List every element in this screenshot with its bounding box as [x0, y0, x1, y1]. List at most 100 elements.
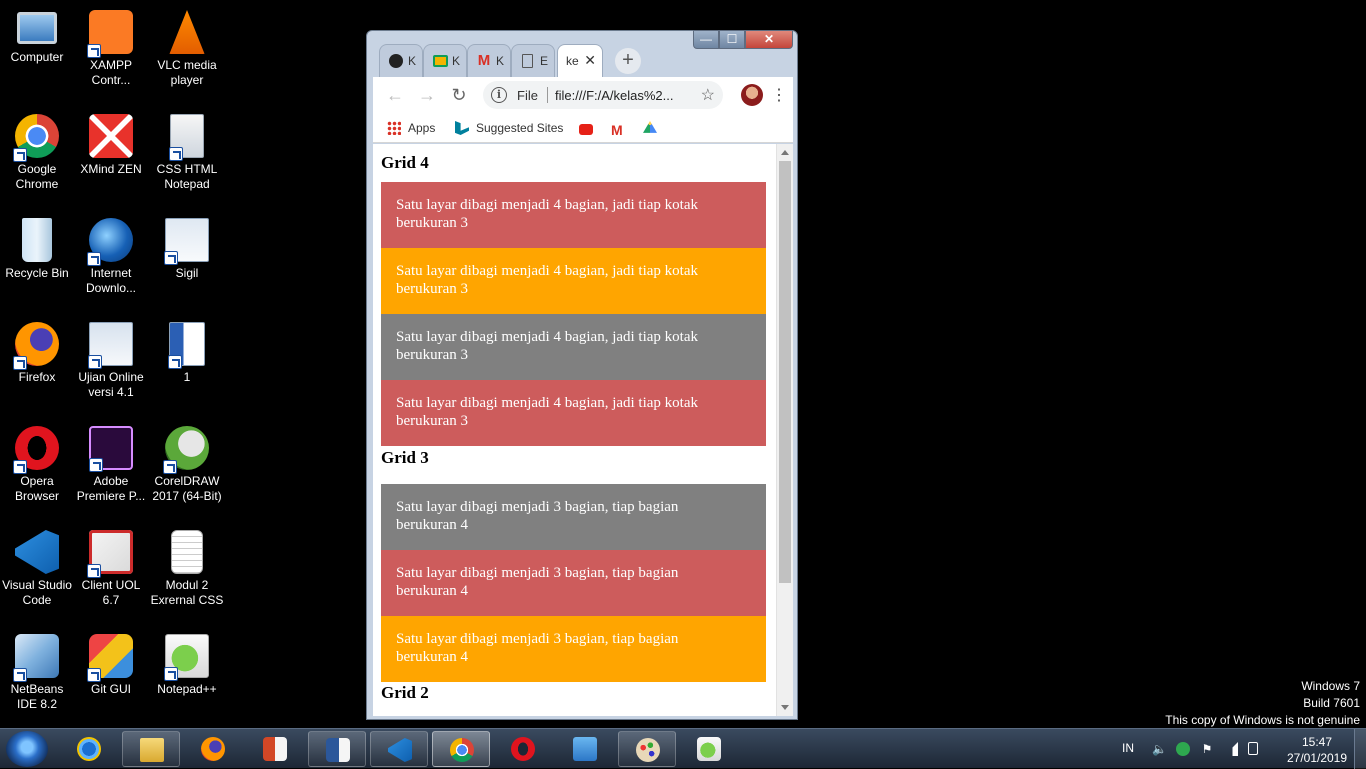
info-icon[interactable]: i [491, 87, 507, 103]
security-shield-icon[interactable] [1176, 742, 1190, 756]
desktop-icon-label: Internet Downlo... [85, 266, 137, 295]
taskbar-word[interactable] [308, 731, 366, 767]
clock[interactable]: 15:47 27/01/2019 [1282, 734, 1352, 766]
bookmark-suggested-sites[interactable]: Suggested Sites [455, 119, 563, 137]
document-icon [171, 530, 203, 574]
show-desktop-button[interactable] [1354, 729, 1366, 769]
browser-toolbar: ← → ↻ i File file:///F:/A/kelas%2... ☆ ⋮ [373, 77, 793, 113]
taskbar-powerpoint[interactable] [246, 731, 304, 767]
page-viewport[interactable]: Grid 4 Satu layar dibagi menjadi 4 bagia… [373, 144, 793, 716]
grid-box: Satu layar dibagi menjadi 3 bagian, tiap… [381, 550, 766, 616]
language-indicator[interactable]: IN [1122, 741, 1134, 755]
bookmark-gmail[interactable]: M [611, 119, 632, 137]
bookmark-youtube[interactable] [579, 119, 600, 137]
xmind-icon [89, 114, 133, 158]
desktop-icon-sigil[interactable]: Sigil [150, 212, 224, 281]
desktop-icon-ujian-online[interactable]: Ujian Online versi 4.1 [74, 316, 148, 400]
bookmark-star-icon[interactable]: ☆ [701, 85, 715, 105]
taskbar-opera[interactable] [494, 731, 552, 767]
window-app-icon [88, 322, 133, 369]
drive-icon [643, 121, 657, 133]
scheme-label: File [517, 88, 538, 103]
url-text[interactable]: file:///F:/A/kelas%2... [555, 88, 674, 103]
premiere-pro-icon [89, 426, 133, 472]
clock-time: 15:47 [1301, 735, 1333, 749]
xampp-icon [87, 10, 133, 58]
tab-github[interactable]: K [379, 44, 423, 77]
desktop-icon-firefox[interactable]: Firefox [0, 316, 74, 385]
desktop-icon-word-doc[interactable]: 1 [150, 316, 224, 385]
desktop-icon-xampp[interactable]: XAMPP Contr... [74, 4, 148, 88]
folder-icon [140, 738, 164, 762]
tab-classroom[interactable]: K [423, 44, 467, 77]
taskbar-notepad-plus-plus[interactable] [680, 731, 738, 767]
menu-kebab-icon[interactable]: ⋮ [771, 85, 787, 105]
desktop-icon-notepad-plus-plus[interactable]: Notepad++ [150, 628, 224, 697]
grid-4-heading: Grid 4 [381, 153, 429, 172]
taskbar-paint[interactable] [618, 731, 676, 767]
scroll-thumb[interactable] [779, 161, 791, 583]
firefox-icon [13, 322, 59, 370]
desktop-icon-css-html-notepad[interactable]: CSS HTML Notepad [150, 108, 224, 192]
paint-palette-icon [636, 738, 660, 762]
vertical-scrollbar[interactable] [776, 144, 793, 716]
desktop-icon-xmind[interactable]: XMind ZEN [74, 108, 148, 177]
new-tab-button[interactable]: + [615, 48, 641, 74]
desktop-icon-google-chrome[interactable]: Google Chrome [0, 108, 74, 192]
git-gui-icon [87, 634, 133, 682]
tab-document[interactable]: E [511, 44, 555, 77]
youtube-icon [579, 124, 593, 135]
desktop-icon-label: 1 [183, 370, 191, 384]
close-tab-icon[interactable]: ✕ [584, 52, 596, 69]
taskbar-vscode[interactable] [370, 731, 428, 767]
desktop-icon-vscode[interactable]: Visual Studio Code [0, 524, 74, 608]
profile-avatar[interactable] [741, 84, 763, 106]
gmail-icon: M [477, 52, 491, 69]
bookmark-apps[interactable]: Apps [387, 119, 435, 137]
desktop-icon-netbeans[interactable]: NetBeans IDE 8.2 [0, 628, 74, 712]
desktop-icon-modul-2[interactable]: Modul 2 Exrernal CSS [150, 524, 224, 608]
taskbar-firefox[interactable] [184, 731, 242, 767]
taskbar-media-player[interactable] [556, 731, 614, 767]
windows-watermark: Windows 7 Build 7601 This copy of Window… [1165, 678, 1360, 729]
desktop-icon-coreldraw[interactable]: CorelDRAW 2017 (64-Bit) [150, 420, 224, 504]
desktop-icon-idm[interactable]: Internet Downlo... [74, 212, 148, 296]
watermark-line: Build 7601 [1303, 696, 1360, 710]
taskbar-internet-explorer[interactable] [60, 731, 118, 767]
taskbar-google-chrome[interactable] [432, 731, 490, 767]
grid-box: Satu layar dibagi menjadi 3 bagian, tiap… [381, 616, 766, 682]
bookmark-drive[interactable] [643, 119, 664, 137]
reload-icon[interactable]: ↻ [449, 85, 469, 105]
bookmark-label: Apps [408, 121, 436, 135]
scroll-up-icon[interactable] [781, 150, 789, 155]
desktop-icon-computer[interactable]: Computer [0, 4, 74, 65]
grid-box: Satu layar dibagi menjadi 4 bagian, jadi… [381, 248, 766, 314]
start-button[interactable] [6, 731, 48, 767]
tab-active[interactable]: ke ✕ [557, 44, 603, 77]
notepad-plus-plus-icon [164, 634, 209, 681]
battery-icon[interactable] [1248, 742, 1258, 755]
forward-arrow-icon[interactable]: → [417, 85, 437, 105]
back-arrow-icon[interactable]: ← [385, 85, 405, 105]
desktop-icon-recycle-bin[interactable]: Recycle Bin [0, 212, 74, 281]
desktop-icon-premiere[interactable]: Adobe Premiere P... [74, 420, 148, 504]
desktop-icon-label: XMind ZEN [80, 162, 142, 176]
watermark-line: This copy of Windows is not genuine [1165, 713, 1360, 727]
scroll-down-icon[interactable] [781, 705, 789, 710]
volume-icon[interactable]: 🔈 [1152, 742, 1167, 756]
desktop-icon-client-uol[interactable]: Client UOL 6.7 [74, 524, 148, 608]
tab-title: K [496, 54, 505, 68]
action-center-flag-icon[interactable]: ⚑ [1200, 742, 1214, 756]
address-bar[interactable]: i File file:///F:/A/kelas%2... ☆ [483, 81, 723, 109]
internet-download-manager-icon [87, 218, 133, 266]
desktop-icon-opera[interactable]: Opera Browser [0, 420, 74, 504]
tab-gmail[interactable]: M K [467, 44, 511, 77]
desktop-icon-vlc[interactable]: VLC media player [150, 4, 224, 88]
opera-icon [511, 737, 535, 761]
taskbar-file-explorer[interactable] [122, 731, 180, 767]
desktop-icon-label: Ujian Online versi 4.1 [78, 370, 144, 399]
network-signal-icon[interactable] [1224, 742, 1238, 756]
desktop-icon-label: Recycle Bin [5, 266, 69, 280]
desktop-icon-git-gui[interactable]: Git GUI [74, 628, 148, 697]
internet-explorer-icon [77, 737, 101, 761]
